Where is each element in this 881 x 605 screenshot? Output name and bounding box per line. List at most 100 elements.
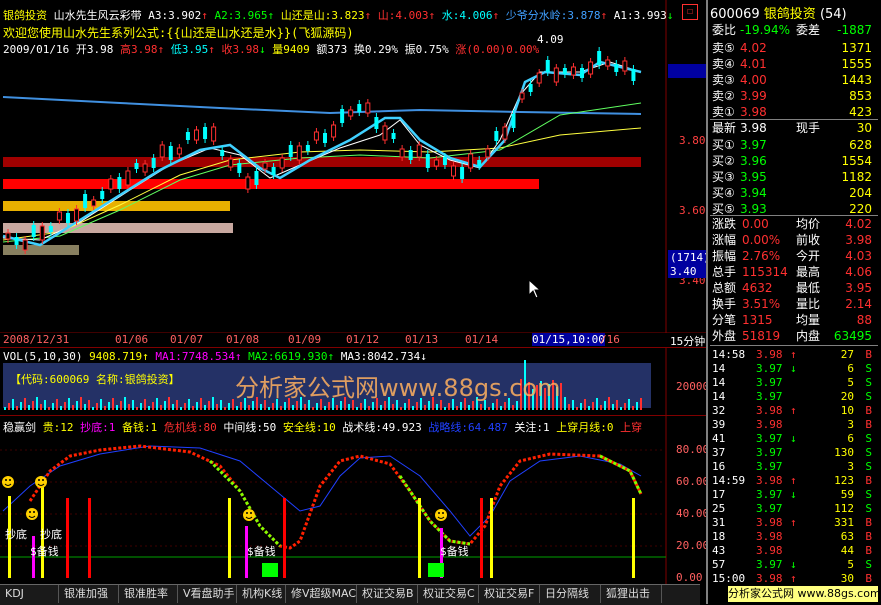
tick-vol: 30 [840,572,854,585]
stat-value-1: 1315 [742,313,773,327]
candle-body [605,59,611,67]
tick-price: 3.98 [756,348,783,361]
volume-panel[interactable]: VOL(5,10,30) 9408.719↑ MA1:7748.534↑ MA2… [0,347,709,416]
stat-value-2: 4.03 [845,249,872,263]
volume-bar [324,406,326,410]
candle-body [134,163,139,169]
tab-10[interactable]: 狐狸出击 [601,585,662,603]
sell-row: 卖① 3.98 423 [712,104,878,120]
tick-vol: 6 [847,432,854,445]
tab-8[interactable]: 权证交易F [479,585,540,603]
sell-vol: 853 [849,89,872,103]
stat-value-2: 3.95 [845,281,872,295]
tick-arrow: ↓ [790,558,797,571]
tab-4[interactable]: 机构K线 [237,585,286,603]
buy-row: 买① 3.97 628 [712,137,878,153]
candle-body [237,163,242,173]
tick-price: 3.98 [756,572,783,585]
buy-vol: 204 [849,186,872,200]
volume-bar [600,405,602,410]
tick-vol: 123 [834,474,854,487]
candle-body [31,225,36,237]
tick-arrow: ↓ [790,432,797,445]
stat-row: 总额 4632 最低 3.95 [712,280,878,296]
bar-close: 收3.98 [221,43,259,56]
bar-vol: 量9409 [272,43,310,56]
close-icon[interactable]: ☐ [682,4,698,20]
sell-vol: 423 [849,105,872,119]
volume-bar [164,401,166,410]
candle-body [631,69,636,81]
volume-bar [188,399,190,410]
candle-body [117,177,122,189]
volume-bar [224,407,226,410]
candle-body [494,131,499,141]
volume-bar [564,397,566,410]
waipan-value: 51819 [742,329,781,343]
tick-price: 3.97 [756,488,783,501]
stat-label-2: 均量 [796,313,821,327]
tick-time: 14 [712,376,726,389]
tick-arrow: ↑ [790,474,797,487]
tab-6[interactable]: 权证交易B [357,585,418,603]
beiqian-label-3: $备钱 [440,545,469,558]
ind-axis-60: 60.00 [676,475,710,488]
sell-label: 卖① [712,105,735,119]
tab-3[interactable]: V看盘助手 [178,585,237,603]
tick-row: 14 3.97 ↓ 6 S [712,361,878,376]
xianshou-label: 现手 [796,121,821,135]
tab-5[interactable]: 修V超级MACD [286,585,357,603]
candle-body [91,199,97,207]
candle-body [220,150,225,156]
volume-bar [212,397,214,410]
candle-body [528,84,533,92]
volume-bar [88,400,90,410]
sell-label: 卖④ [712,57,735,71]
volume-bar [628,399,630,410]
volume-bar [4,407,6,410]
tab-1[interactable]: 银准加强 [59,585,119,603]
x-label-4: 01/09 [288,333,322,346]
sell-row: 卖② 3.99 853 [712,88,878,104]
buy-row: 买③ 3.95 1182 [712,169,878,185]
volume-bar [180,407,182,410]
header-line1: 银鸽投资 山水先生风云彩带 A3:3.902↑ A2:3.965↑ 山还是山:3… [3,9,674,22]
latest-label: 最新 [712,121,737,135]
volume-bar [620,407,622,410]
tick-row: 32 3.98 ↑ 10 B [712,403,878,418]
tactical-line-green [208,454,643,548]
ind-beiqian: 备钱:1 [122,421,158,434]
buy-vol: 1554 [841,154,872,168]
tick-time: 15:00 [712,572,746,585]
ind-gui: 贵:12 [42,421,74,434]
volume-bar [392,404,394,410]
volume-bar [380,405,382,410]
volume-bar [292,405,294,410]
neipan-label: 内盘 [796,329,821,343]
band-olive [3,245,79,255]
tick-row: 25 3.97 112 S [712,501,878,516]
tab-9[interactable]: 日分隔线 [540,585,601,603]
main-chart[interactable]: 4.00 3.80 3.60 3.40 银鸽投资 山水先生风云彩带 A3:3.9… [0,0,710,333]
tab-kdj[interactable]: KDJ [0,585,59,603]
buy-price: 3.94 [740,186,767,200]
candle-body [562,68,567,74]
candle-body [245,176,251,190]
candle-body [588,61,594,75]
candle-body [408,150,413,160]
tab-7[interactable]: 权证交易C [418,585,479,603]
stat-value-1: 4632 [742,281,773,295]
candle-body [74,208,80,222]
candle-body [519,92,525,100]
indicator-panel[interactable]: 稳赢剑 贵:12 抄底:1 备钱:1 危机线:80 中间线:50 安全线:10 … [0,415,710,585]
candle-body [614,64,619,72]
stat-row: 涨幅 0.00% 前收 3.98 [712,232,878,248]
ind-shangchuan: 上穿月线:0 [556,421,614,434]
sell-price: 4.01 [740,57,767,71]
volume-bar [492,403,494,410]
volume-bar [404,403,406,410]
sell-price: 3.98 [740,105,767,119]
tab-2[interactable]: 银准胜率 [119,585,178,603]
volume-bar [636,402,638,410]
volume-bar [328,402,330,410]
